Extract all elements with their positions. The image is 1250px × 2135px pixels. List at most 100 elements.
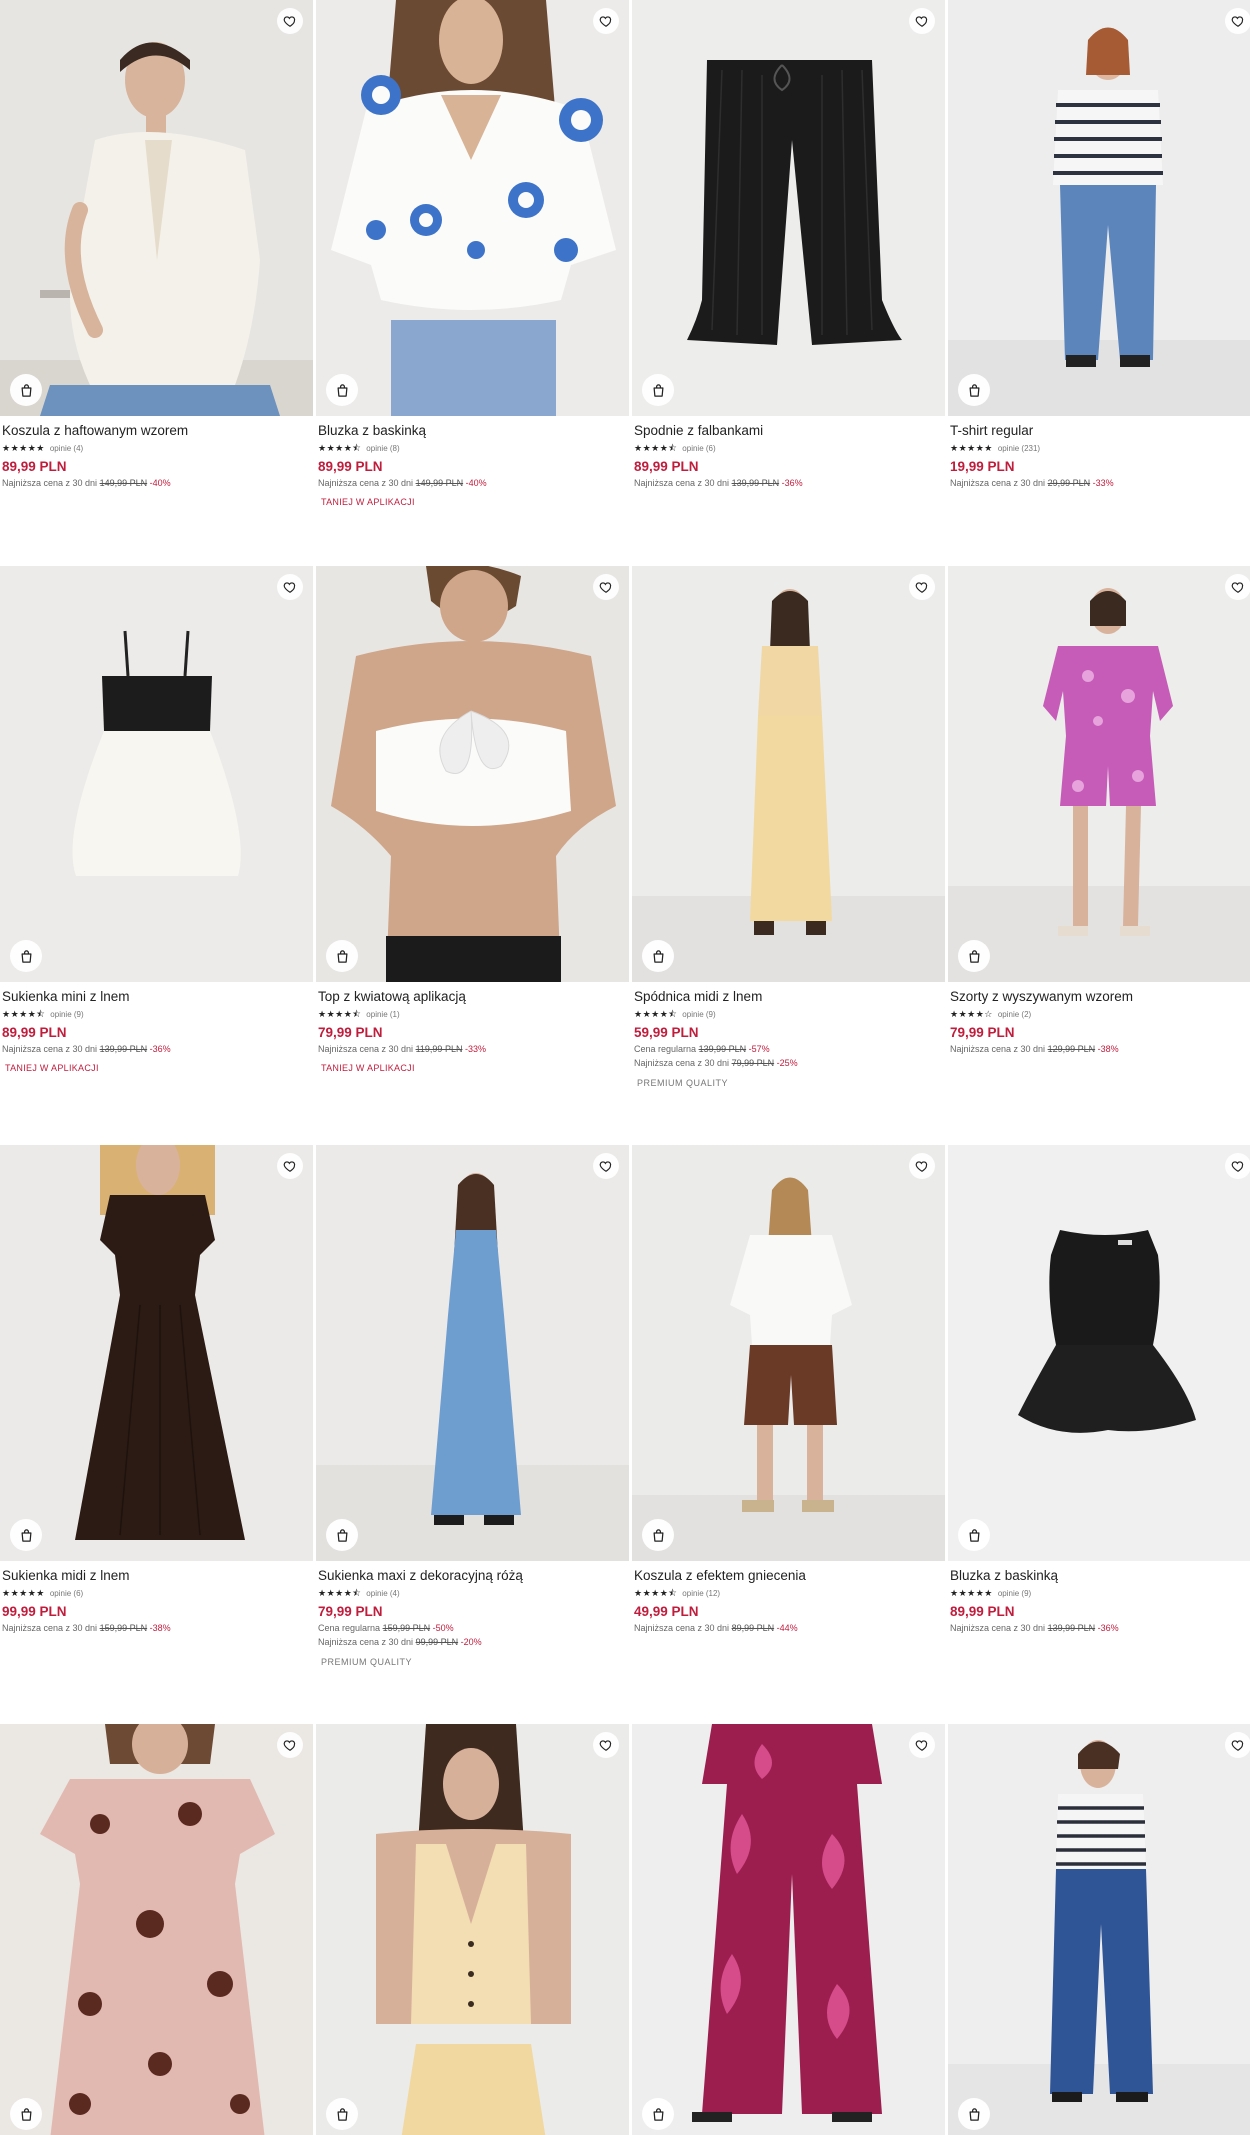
product-card[interactable]: [948, 1724, 1250, 2135]
favorite-button[interactable]: [909, 1153, 935, 1179]
product-card[interactable]: [316, 1724, 629, 2135]
heart-outline-icon: [283, 16, 296, 27]
add-to-cart-button[interactable]: [642, 1519, 674, 1551]
favorite-button[interactable]: [1225, 8, 1250, 34]
product-info: Bluzka z baskinką ★★★★⯪ opinie (8) 89,99…: [316, 416, 629, 508]
favorite-button[interactable]: [593, 1153, 619, 1179]
product-photo: [316, 0, 629, 416]
product-card[interactable]: Koszula z efektem gniecenia ★★★★⯪ opinie…: [632, 1145, 945, 1634]
add-to-cart-button[interactable]: [958, 374, 990, 406]
product-image[interactable]: [948, 1145, 1250, 1561]
add-to-cart-button[interactable]: [642, 2098, 674, 2130]
add-to-cart-button[interactable]: [958, 940, 990, 972]
product-card[interactable]: Koszula z haftowanym wzorem ★★★★★ opinie…: [0, 0, 313, 489]
favorite-button[interactable]: [593, 574, 619, 600]
add-to-cart-button[interactable]: [326, 1519, 358, 1551]
review-count[interactable]: opinie (9): [50, 1009, 83, 1020]
product-title[interactable]: Koszula z haftowanym wzorem: [2, 423, 313, 439]
product-info: Koszula z haftowanym wzorem ★★★★★ opinie…: [0, 416, 313, 489]
review-count[interactable]: opinie (4): [50, 443, 83, 454]
add-to-cart-button[interactable]: [326, 940, 358, 972]
product-info: Top z kwiatową aplikacją ★★★★⯪ opinie (1…: [316, 982, 629, 1074]
review-count[interactable]: opinie (231): [998, 443, 1040, 454]
lowest-price-label: Najniższa cena z 30 dni: [634, 478, 730, 488]
favorite-button[interactable]: [593, 1732, 619, 1758]
product-image[interactable]: [948, 0, 1250, 416]
add-to-cart-button[interactable]: [10, 2098, 42, 2130]
product-title[interactable]: Sukienka mini z lnem: [2, 989, 313, 1005]
product-title[interactable]: Bluzka z baskinką: [950, 1568, 1250, 1584]
product-image[interactable]: [632, 0, 945, 416]
review-count[interactable]: opinie (9): [682, 1009, 715, 1020]
review-count[interactable]: opinie (2): [998, 1009, 1031, 1020]
favorite-button[interactable]: [909, 8, 935, 34]
add-to-cart-button[interactable]: [958, 1519, 990, 1551]
product-title[interactable]: Sukienka midi z lnem: [2, 1568, 313, 1584]
review-count[interactable]: opinie (6): [50, 1588, 83, 1599]
review-count[interactable]: opinie (6): [682, 443, 715, 454]
product-title[interactable]: Spodnie z falbankami: [634, 423, 945, 439]
product-image[interactable]: [0, 1724, 313, 2135]
product-card[interactable]: Sukienka midi z lnem ★★★★★ opinie (6) 99…: [0, 1145, 313, 1634]
product-title[interactable]: Koszula z efektem gniecenia: [634, 1568, 945, 1584]
product-image[interactable]: [632, 1724, 945, 2135]
lowest-price-label: Najniższa cena z 30 dni: [2, 1044, 98, 1054]
product-card[interactable]: Top z kwiatową aplikacją ★★★★⯪ opinie (1…: [316, 566, 629, 1074]
add-to-cart-button[interactable]: [642, 940, 674, 972]
favorite-button[interactable]: [1225, 1153, 1250, 1179]
review-count[interactable]: opinie (9): [998, 1588, 1031, 1599]
product-image[interactable]: [0, 566, 313, 982]
product-image[interactable]: [948, 566, 1250, 982]
product-card[interactable]: [0, 1724, 313, 2135]
product-card[interactable]: Spódnica midi z lnem ★★★★⯪ opinie (9) 59…: [632, 566, 945, 1089]
product-card[interactable]: T-shirt regular ★★★★★ opinie (231) 19,99…: [948, 0, 1250, 489]
review-count[interactable]: opinie (12): [682, 1588, 720, 1599]
favorite-button[interactable]: [1225, 1732, 1250, 1758]
product-price: 89,99 PLN: [2, 1025, 67, 1040]
add-to-cart-button[interactable]: [642, 374, 674, 406]
lowest-price-label: Najniższa cena z 30 dni: [634, 1623, 730, 1633]
product-title[interactable]: Top z kwiatową aplikacją: [318, 989, 629, 1005]
product-card[interactable]: Sukienka maxi z dekoracyjną różą ★★★★⯪ o…: [316, 1145, 629, 1668]
favorite-button[interactable]: [277, 8, 303, 34]
lowest-price-line: Najniższa cena z 30 dni 159,99 PLN -38%: [2, 1623, 313, 1634]
product-image[interactable]: [0, 0, 313, 416]
review-count[interactable]: opinie (8): [366, 443, 399, 454]
add-to-cart-button[interactable]: [10, 1519, 42, 1551]
lowest-discount: -36%: [1097, 1623, 1119, 1633]
product-title[interactable]: T-shirt regular: [950, 423, 1250, 439]
favorite-button[interactable]: [277, 1153, 303, 1179]
product-image[interactable]: [632, 566, 945, 982]
product-card[interactable]: Bluzka z baskinką ★★★★⯪ opinie (8) 89,99…: [316, 0, 629, 508]
add-to-cart-button[interactable]: [326, 374, 358, 406]
product-title[interactable]: Szorty z wyszywanym wzorem: [950, 989, 1250, 1005]
favorite-button[interactable]: [593, 8, 619, 34]
product-rating: ★★★★⯪ opinie (1): [318, 1009, 629, 1020]
review-count[interactable]: opinie (4): [366, 1588, 399, 1599]
review-count[interactable]: opinie (1): [366, 1009, 399, 1020]
product-image[interactable]: [316, 1724, 629, 2135]
add-to-cart-button[interactable]: [326, 2098, 358, 2130]
product-card[interactable]: [632, 1724, 945, 2135]
product-card[interactable]: Spodnie z falbankami ★★★★⯪ opinie (6) 89…: [632, 0, 945, 489]
favorite-button[interactable]: [909, 1732, 935, 1758]
product-card[interactable]: Bluzka z baskinką ★★★★★ opinie (9) 89,99…: [948, 1145, 1250, 1634]
add-to-cart-button[interactable]: [958, 2098, 990, 2130]
favorite-button[interactable]: [277, 574, 303, 600]
product-title[interactable]: Spódnica midi z lnem: [634, 989, 945, 1005]
favorite-button[interactable]: [1225, 574, 1250, 600]
add-to-cart-button[interactable]: [10, 374, 42, 406]
product-title[interactable]: Sukienka maxi z dekoracyjną różą: [318, 1568, 629, 1584]
product-image[interactable]: [316, 1145, 629, 1561]
product-image[interactable]: [948, 1724, 1250, 2135]
product-title[interactable]: Bluzka z baskinką: [318, 423, 629, 439]
product-image[interactable]: [316, 0, 629, 416]
product-card[interactable]: Sukienka mini z lnem ★★★★⯪ opinie (9) 89…: [0, 566, 313, 1074]
add-to-cart-button[interactable]: [10, 940, 42, 972]
product-image[interactable]: [316, 566, 629, 982]
product-card[interactable]: Szorty z wyszywanym wzorem ★★★★☆ opinie …: [948, 566, 1250, 1055]
favorite-button[interactable]: [909, 574, 935, 600]
product-image[interactable]: [0, 1145, 313, 1561]
favorite-button[interactable]: [277, 1732, 303, 1758]
product-image[interactable]: [632, 1145, 945, 1561]
